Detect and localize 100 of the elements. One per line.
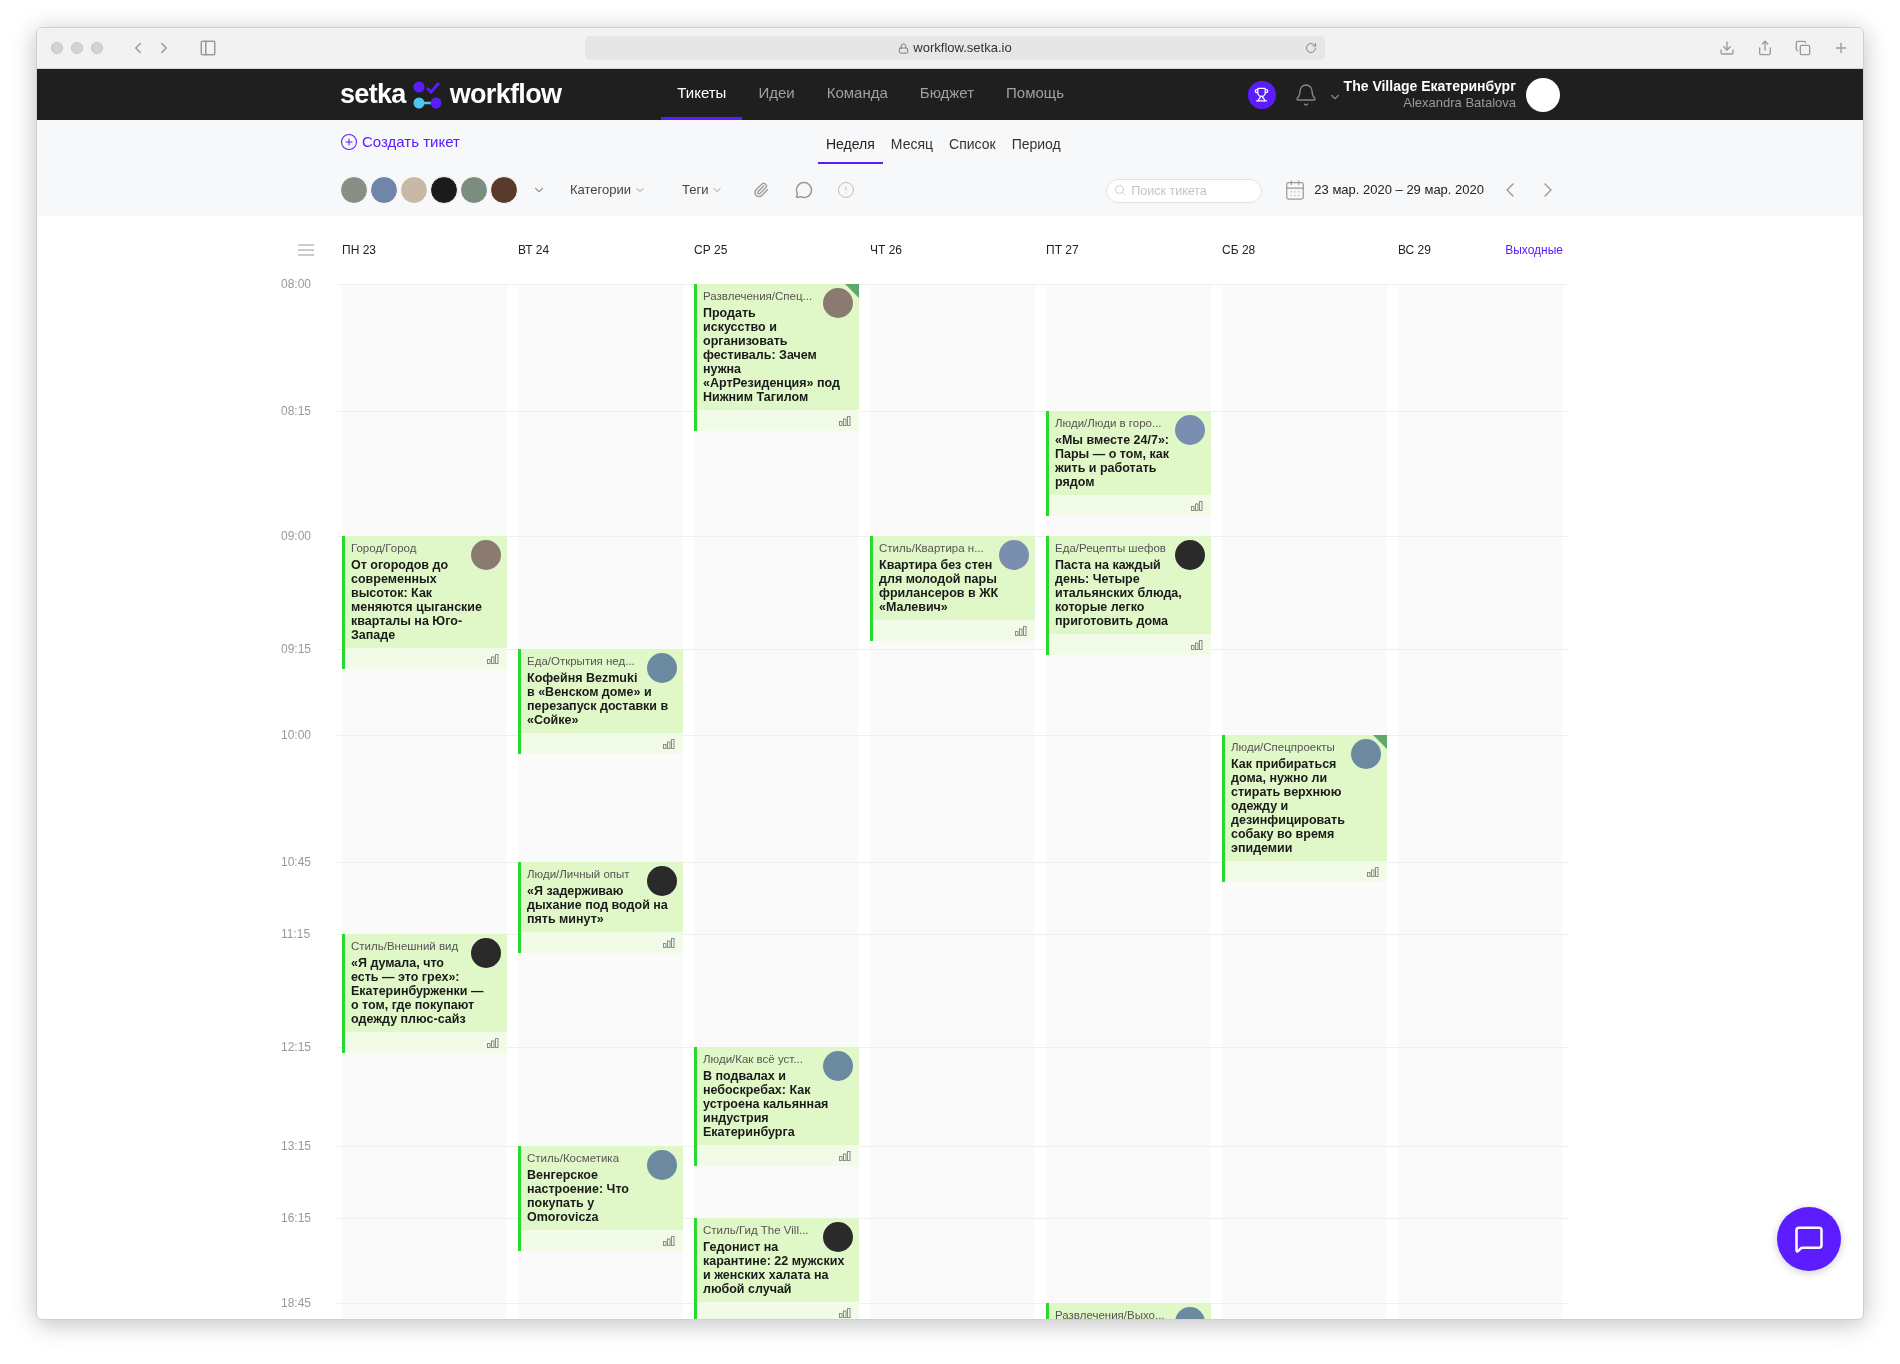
address-bar[interactable]: workflow.setka.io bbox=[585, 36, 1325, 60]
day-header: СБ 28 bbox=[1222, 242, 1256, 259]
day-header: ВТ 24 bbox=[518, 242, 550, 259]
ticket-title: Как прибираться дома, нужно ли стирать верхнюю одежду и дезинфицировать собаку во время эпидемии bbox=[1231, 756, 1346, 855]
day-header: СР 25 bbox=[694, 242, 728, 259]
ticket-card[interactable]: Еда/Открытия нед... Кофейня Bezmuki в «Венском доме» и перезапуск доставки в «Сойке» bbox=[518, 649, 683, 754]
day-header: ПТ 27 bbox=[1046, 242, 1079, 259]
view-tab[interactable]: Неделя bbox=[818, 120, 883, 164]
avatar-placeholder[interactable] bbox=[430, 176, 458, 204]
attachment-icon[interactable] bbox=[753, 182, 770, 198]
share-icon[interactable] bbox=[1757, 40, 1773, 56]
ticket-card[interactable]: Стиль/Гид The Vill... Гедонист на карантине: 22 мужских и женских халата на любой случай bbox=[694, 1218, 859, 1319]
avatar-placeholder bbox=[1175, 540, 1205, 570]
sidebar-icon[interactable] bbox=[199, 39, 217, 57]
time-label: 18:45 bbox=[281, 1296, 313, 1310]
search-icon bbox=[1114, 184, 1127, 196]
plus-circle-icon bbox=[340, 133, 358, 151]
view-tab[interactable]: Список bbox=[941, 120, 1004, 164]
ticket-card[interactable]: Люди/Как всё уст... В подвалах и небоскребах: Как устроена кальянная индустрия Екатеринбурга bbox=[694, 1047, 859, 1166]
ticket-title: Венгерское настроение: Что покупать у Omorovicza bbox=[527, 1167, 630, 1224]
nav-tab[interactable]: Идеи bbox=[742, 69, 811, 120]
trophy-icon bbox=[1254, 87, 1270, 102]
ticket-title: Квартира без стен для молодой пары фрилансеров в ЖК «Малевич» bbox=[879, 557, 1000, 614]
avatar-placeholder bbox=[823, 288, 853, 318]
ticket-card[interactable]: Стиль/Внешний вид «Я думала, что есть — это грех»: Екатеринбурженки — о том, где покупают одежду плюс-сайз bbox=[342, 934, 507, 1053]
comment-icon[interactable] bbox=[795, 181, 814, 199]
ticket-category: Стиль/Косметика bbox=[527, 1151, 621, 1165]
new-tab-icon[interactable] bbox=[1833, 40, 1849, 56]
avatar-placeholder bbox=[471, 540, 501, 570]
ticket-category: Люди/Спецпроекты bbox=[1231, 740, 1336, 754]
ticket-category: Город/Город bbox=[351, 541, 418, 555]
day-header: ПН 23 bbox=[342, 242, 376, 259]
avatar-placeholder bbox=[1175, 415, 1205, 445]
ticket-category: Люди/Люди в горо... bbox=[1055, 416, 1163, 430]
reload-icon[interactable] bbox=[1305, 42, 1317, 54]
notifications-icon[interactable] bbox=[1293, 82, 1318, 107]
avatar-placeholder bbox=[999, 540, 1029, 570]
avatar-placeholder bbox=[823, 1222, 853, 1252]
tabs-icon[interactable] bbox=[1795, 40, 1811, 56]
ticket-category: Стиль/Гид The Vill... bbox=[703, 1223, 810, 1237]
avatar-placeholder[interactable] bbox=[490, 176, 518, 204]
window-minimize-icon[interactable] bbox=[71, 42, 83, 54]
time-label: 10:45 bbox=[281, 855, 313, 869]
ticket-card[interactable]: Люди/Личный опыт «Я задерживаю дыхание под водой на пять минут» bbox=[518, 862, 683, 953]
chat-button[interactable] bbox=[1777, 1207, 1841, 1271]
ticket-title: От огородов до современных высоток: Как меняются цыганские кварталы на Юго-Западе bbox=[351, 557, 483, 642]
time-label: 11:15 bbox=[281, 927, 312, 941]
ticket-card[interactable]: Развлечения/Спец... Продать искусство и организовать фестиваль: Зачем нужна «АртРезиденция» под Нижним Тагилом bbox=[694, 284, 859, 431]
create-ticket-button[interactable]: Создать тикет bbox=[340, 130, 460, 154]
time-label: 09:00 bbox=[281, 529, 313, 543]
calendar-icon[interactable] bbox=[1284, 179, 1307, 201]
ticket-card[interactable]: Стиль/Квартира н... Квартира без стен для молодой пары фрилансеров в ЖК «Малевич» bbox=[870, 536, 1035, 641]
bar-chart-icon bbox=[487, 653, 499, 664]
weekends-link[interactable]: Выходные bbox=[1505, 241, 1563, 259]
ticket-card[interactable]: Развлечения/Выхо... bbox=[1046, 1303, 1211, 1319]
ticket-category: Стиль/Квартира н... bbox=[879, 541, 985, 555]
ticket-card[interactable]: Стиль/Косметика Венгерское настроение: Что покупать у Omorovicza bbox=[518, 1146, 683, 1251]
view-tab[interactable]: Месяц bbox=[882, 120, 942, 164]
bar-chart-icon bbox=[839, 1307, 851, 1318]
time-label: 08:15 bbox=[281, 404, 313, 418]
time-label: 10:00 bbox=[281, 728, 313, 742]
bar-chart-icon bbox=[1367, 866, 1379, 877]
user-name: Alexandra Batalova bbox=[1403, 95, 1516, 111]
nav-tab[interactable]: Помощь bbox=[990, 69, 1080, 120]
alert-icon[interactable] bbox=[837, 181, 856, 199]
ticket-category: Развлечения/Спец... bbox=[703, 289, 814, 303]
user-avatar[interactable] bbox=[1526, 77, 1560, 112]
time-label: 09:15 bbox=[281, 642, 313, 656]
avatar-placeholder bbox=[647, 653, 677, 683]
trophy-button[interactable] bbox=[1247, 80, 1276, 109]
window-zoom-icon[interactable] bbox=[91, 42, 103, 54]
avatar-placeholder bbox=[823, 1051, 853, 1081]
ticket-title: Гедонист на карантине: 22 мужских и женских халата на любой случай bbox=[703, 1239, 846, 1296]
categories-dropdown[interactable]: Категории bbox=[570, 180, 646, 200]
bar-chart-icon bbox=[839, 415, 851, 426]
search-field[interactable]: Поиск тикета bbox=[1106, 179, 1263, 203]
logo-text: setka bbox=[340, 78, 406, 112]
ticket-category: Люди/Как всё уст... bbox=[703, 1052, 804, 1066]
list-icon[interactable] bbox=[298, 244, 314, 256]
nav-tab[interactable]: Команда bbox=[810, 69, 904, 120]
day-header: ЧТ 26 bbox=[870, 242, 902, 259]
ticket-card[interactable]: Еда/Рецепты шефов Паста на каждый день: Четыре итальянских блюда, которые легко приготовить дома bbox=[1046, 536, 1211, 655]
bar-chart-icon bbox=[663, 738, 675, 749]
bar-chart-icon bbox=[487, 1037, 499, 1048]
nav-tab[interactable]: Бюджет bbox=[903, 69, 991, 120]
ticket-category: Развлечения/Выхо... bbox=[1055, 1308, 1166, 1319]
ticket-card[interactable]: Город/Город От огородов до современных высоток: Как меняются цыганские кварталы на Юго-Западе bbox=[342, 536, 507, 669]
view-tab[interactable]: Период bbox=[1003, 120, 1069, 164]
ticket-card[interactable]: Люди/Спецпроекты Как прибираться дома, нужно ли стирать верхнюю одежду и дезинфицировать собаку во время эпидемии bbox=[1222, 735, 1387, 882]
bar-chart-icon bbox=[663, 937, 675, 948]
avatar-placeholder bbox=[647, 866, 677, 896]
ticket-category: Стиль/Внешний вид bbox=[351, 939, 460, 953]
tags-dropdown[interactable]: Теги bbox=[682, 180, 724, 200]
bar-chart-icon bbox=[1191, 639, 1203, 650]
bar-chart-icon bbox=[1191, 500, 1203, 511]
ticket-card[interactable]: Люди/Люди в горо... «Мы вместе 24/7»: Пары — о том, как жить и работать рядом bbox=[1046, 411, 1211, 516]
day-header: ВС 29 bbox=[1398, 242, 1431, 259]
window-close-icon[interactable] bbox=[51, 42, 63, 54]
bar-chart-icon bbox=[839, 1150, 851, 1161]
download-icon[interactable] bbox=[1719, 40, 1735, 56]
